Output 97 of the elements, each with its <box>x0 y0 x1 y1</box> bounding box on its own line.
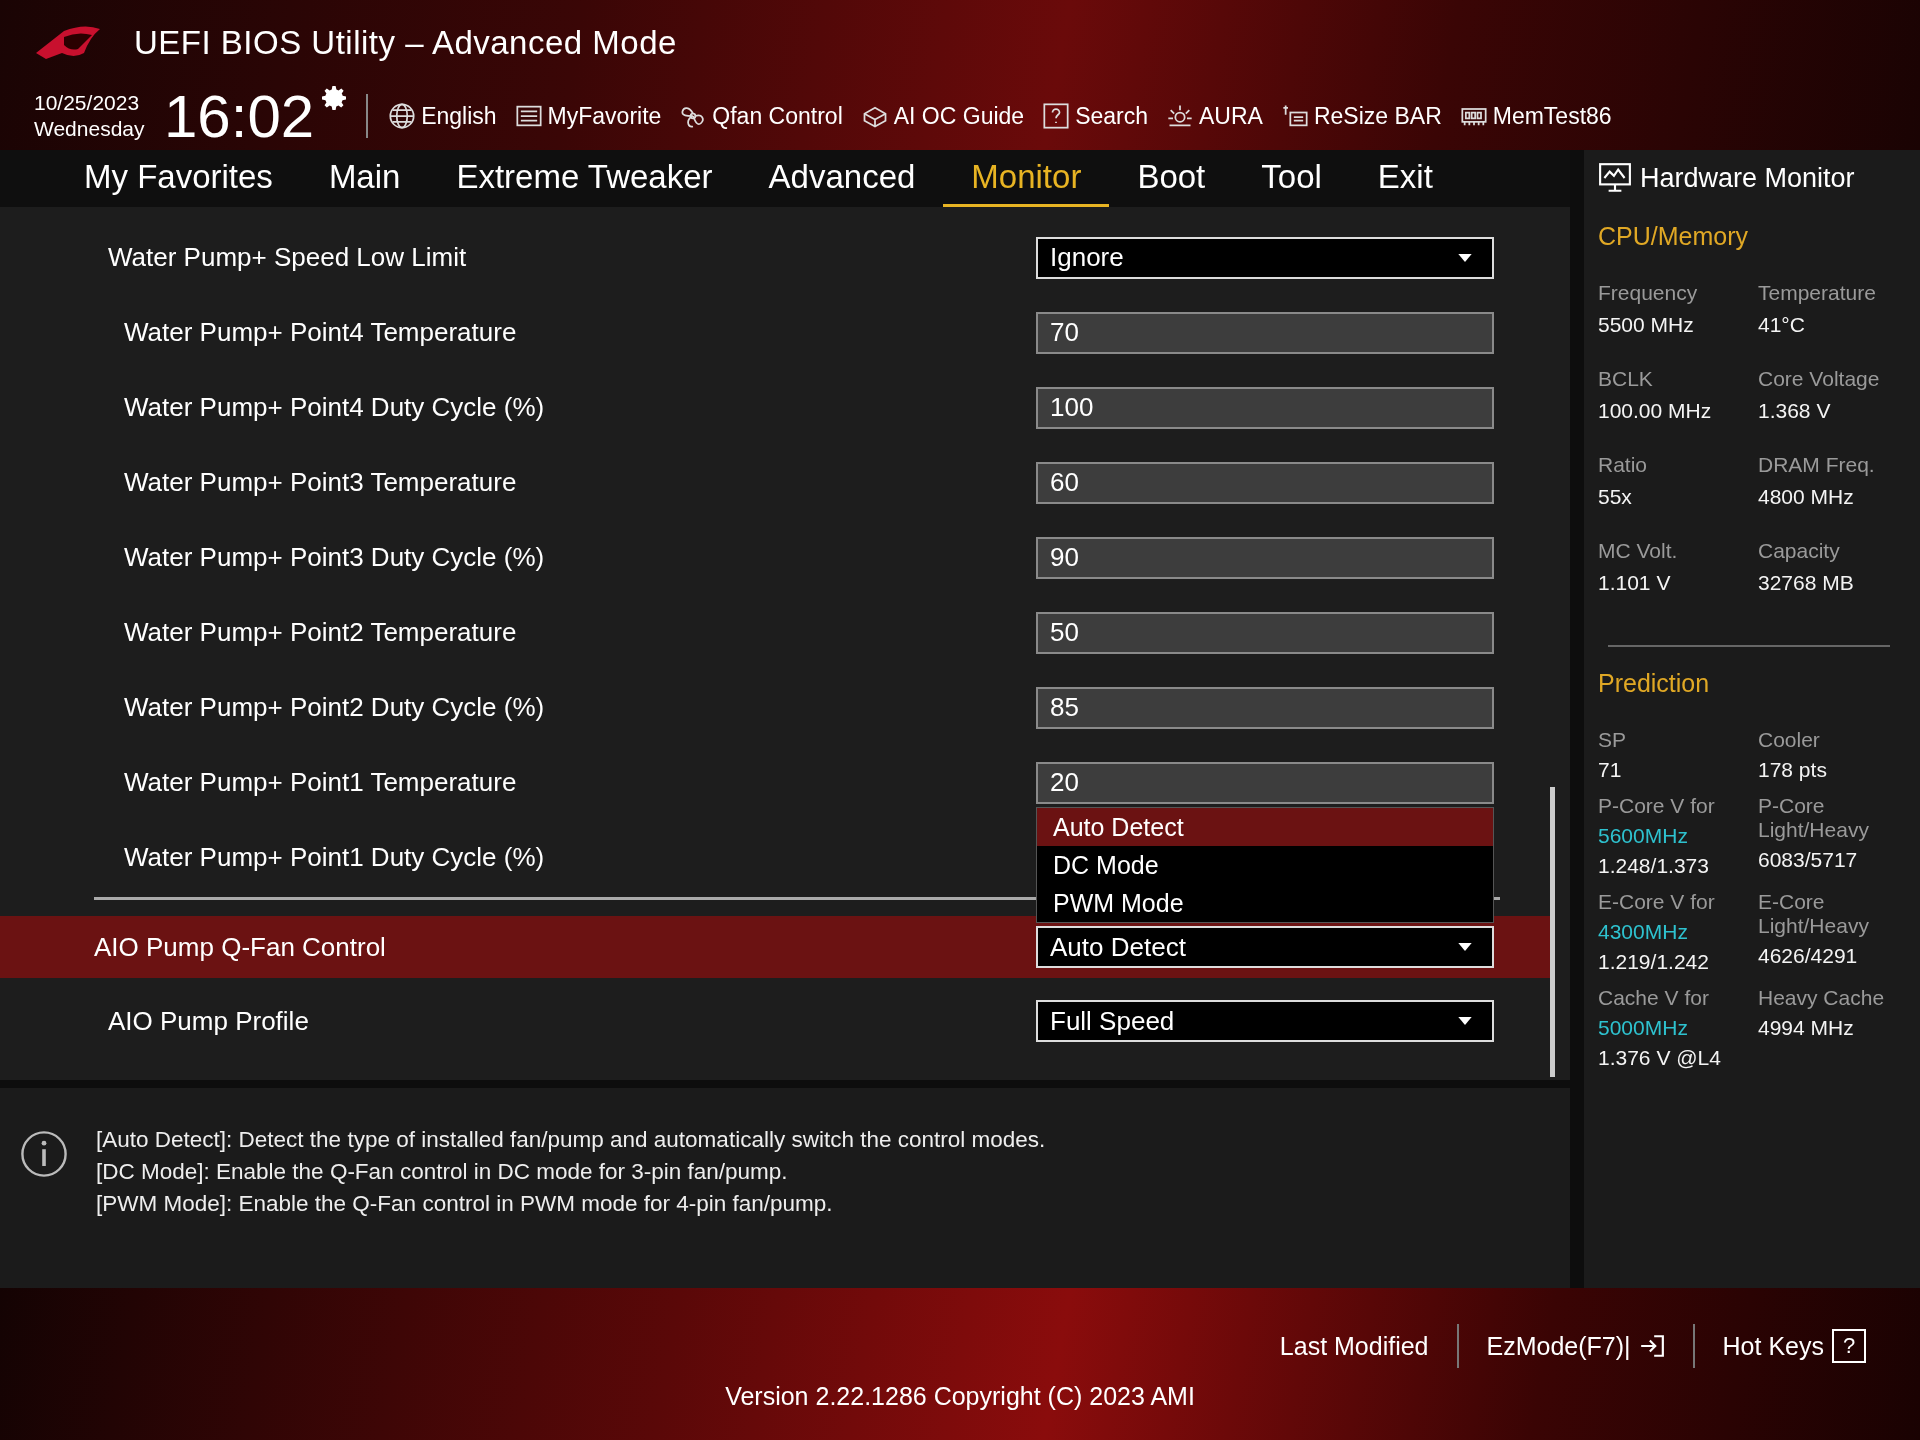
setting-label: Water Pump+ Point2 Temperature <box>124 617 518 648</box>
number-field[interactable]: 85 <box>1036 686 1494 729</box>
metric-value: 5500 MHz <box>1598 313 1695 337</box>
number-field[interactable]: 50 <box>1036 611 1494 654</box>
globe-icon <box>388 102 417 130</box>
toolbar-button[interactable]: MemTest86 <box>1459 102 1612 130</box>
number-field[interactable]: 70 <box>1036 311 1494 354</box>
metric-label: Capacity <box>1758 539 1841 563</box>
metric-label: BCLK <box>1598 367 1654 391</box>
dropdown-field[interactable]: Auto Detect <box>1036 926 1494 968</box>
exit-arrow-icon <box>1638 1333 1665 1359</box>
metric-value: 41°C <box>1758 313 1806 337</box>
ezmode-button[interactable]: EzMode(F7)| <box>1458 1331 1693 1361</box>
metric-value: 100.00 MHz <box>1598 399 1713 423</box>
setting-label: AIO Pump Profile <box>108 1005 310 1037</box>
number-field[interactable]: 100 <box>1036 386 1494 429</box>
menu-tab[interactable]: Main <box>300 150 429 207</box>
scrollbar[interactable] <box>1550 787 1555 1077</box>
clock-time: 16:02 <box>164 81 315 151</box>
menu-option[interactable]: DC Mode <box>1037 846 1493 884</box>
metric-value: 178 pts <box>1758 758 1828 782</box>
help-text: [DC Mode]: Enable the Q-Fan control in DC mode for 3-pin fan/pump. <box>96 1158 789 1186</box>
metric-label: Cooler <box>1758 728 1821 752</box>
setting-label: Water Pump+ Point3 Duty Cycle (%) <box>124 542 546 573</box>
metric-label: P-Core V for <box>1598 794 1716 818</box>
metric-label: DRAM Freq. <box>1758 453 1876 477</box>
help-text: [PWM Mode]: Enable the Q-Fan control in PWM mode for 4-pin fan/pump. <box>96 1190 834 1218</box>
section-heading: Prediction <box>1598 669 1711 698</box>
window-title: UEFI BIOS Utility – Advanced Mode <box>134 24 677 62</box>
metric-value: 4800 MHz <box>1758 485 1855 509</box>
caret-icon <box>1458 943 1472 951</box>
number-field[interactable]: 60 <box>1036 461 1494 504</box>
metric-value: 6083/5717 <box>1758 848 1859 872</box>
metric-frequency: 4300MHz <box>1598 920 1689 944</box>
dropdown-field[interactable]: Full Speed <box>1036 1000 1494 1042</box>
metric-value: 4994 MHz <box>1758 1016 1855 1040</box>
metric-label: Core Voltage <box>1758 367 1881 391</box>
toolbar-button[interactable]: MyFavorite <box>514 102 662 130</box>
menu-tab[interactable]: Tool <box>1233 150 1350 207</box>
setting-label: Water Pump+ Point1 Duty Cycle (%) <box>124 842 546 873</box>
toolbar-button[interactable]: ReSize BAR <box>1280 102 1442 130</box>
caret-icon <box>1458 1017 1472 1025</box>
dropdown-field[interactable]: Ignore <box>1036 236 1494 279</box>
menu-tab[interactable]: Exit <box>1349 150 1461 207</box>
metric-label: Ratio <box>1598 453 1649 477</box>
metric-frequency: 5600MHz <box>1598 824 1689 848</box>
panel-title: Hardware Monitor <box>1640 162 1855 194</box>
setting-label: Water Pump+ Speed Low Limit <box>108 242 468 273</box>
metric-label: Temperature <box>1758 281 1877 305</box>
metric-frequency: 5000MHz <box>1598 1016 1689 1040</box>
metric-value: 32768 MB <box>1758 571 1855 595</box>
metric-label: Cache V for <box>1598 986 1710 1010</box>
toolbar-button[interactable]: Search <box>1042 102 1148 130</box>
setting-label: Water Pump+ Point3 Temperature <box>124 467 518 498</box>
toolbar-button[interactable]: AI OC Guide <box>860 102 1025 130</box>
setting-label: AIO Pump Q-Fan Control <box>94 931 387 963</box>
menu-tab[interactable]: My Favorites <box>56 150 301 207</box>
metric-value: 1.219/1.242 <box>1598 950 1710 974</box>
help-text: [Auto Detect]: Detect the type of installed fan/pump and automatically switch the control modes. <box>96 1126 1046 1154</box>
setting-label: Water Pump+ Point4 Duty Cycle (%) <box>124 392 546 423</box>
menu-option[interactable]: Auto Detect <box>1037 808 1493 846</box>
toolbar-button[interactable]: English <box>388 102 497 130</box>
metric-label: E-Core Light/Heavy <box>1758 890 1870 938</box>
metric-label: Heavy Cache <box>1758 986 1886 1010</box>
metric-value: 1.248/1.373 <box>1598 854 1710 878</box>
menu-tab[interactable]: Advanced <box>740 150 944 207</box>
metric-label: P-Core Light/Heavy <box>1758 794 1870 842</box>
last-modified-button[interactable]: Last Modified <box>1251 1331 1457 1361</box>
metric-value: 4626/4291 <box>1758 944 1859 968</box>
version-text: Version 2.22.1286 Copyright (C) 2023 AMI <box>725 1382 1195 1411</box>
setting-label: Water Pump+ Point1 Temperature <box>124 767 518 798</box>
date-text: 10/25/2023 <box>34 90 141 116</box>
hotkeys-button[interactable]: Hot Keys ? <box>1694 1329 1894 1363</box>
metric-value: 1.368 V <box>1758 399 1832 423</box>
setting-label: Water Pump+ Point2 Duty Cycle (%) <box>124 692 546 723</box>
number-field[interactable]: 20 <box>1036 761 1494 804</box>
section-heading: CPU/Memory <box>1598 222 1749 251</box>
info-icon <box>20 1130 68 1178</box>
help-icon <box>1042 102 1071 130</box>
number-field[interactable]: 90 <box>1036 536 1494 579</box>
caret-icon <box>1458 253 1472 262</box>
metric-label: Frequency <box>1598 281 1699 305</box>
metric-value: 55x <box>1598 485 1633 509</box>
metric-label: MC Volt. <box>1598 539 1679 563</box>
menu-option[interactable]: PWM Mode <box>1037 884 1493 922</box>
metric-label: E-Core V for <box>1598 890 1716 914</box>
weekday-text: Wednesday <box>34 116 146 142</box>
metric-value: 71 <box>1598 758 1623 782</box>
toolbar-button[interactable]: Qfan Control <box>679 102 843 130</box>
menu-tab[interactable]: Extreme Tweaker <box>428 150 741 207</box>
metric-label: SP <box>1598 728 1627 752</box>
metric-value: 1.101 V <box>1598 571 1672 595</box>
menu-tab[interactable]: Boot <box>1109 150 1234 207</box>
setting-label: Water Pump+ Point4 Temperature <box>124 317 518 348</box>
monitor-icon <box>1598 162 1632 194</box>
toolbar-button[interactable]: AURA <box>1166 102 1263 130</box>
metric-value: 1.376 V @L4 <box>1598 1046 1722 1070</box>
